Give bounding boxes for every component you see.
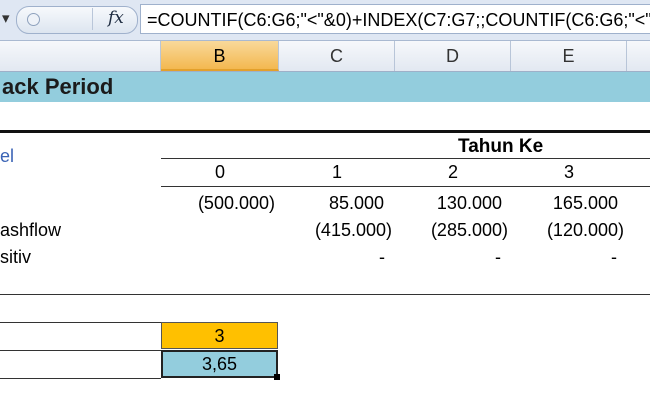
- column-header-f[interactable]: [627, 41, 650, 71]
- sheet-title: ack Period: [2, 74, 114, 99]
- row-label-link[interactable]: el: [0, 146, 14, 167]
- positive-y3[interactable]: -: [511, 247, 617, 268]
- row-label-positive: sitiv: [0, 247, 31, 267]
- positive-y1[interactable]: -: [279, 247, 385, 268]
- result-row-bottom-rule: [0, 378, 161, 379]
- column-header-d[interactable]: D: [395, 41, 511, 71]
- cashflow-y3[interactable]: 165.000: [511, 193, 618, 214]
- result-row-mid-rule: [0, 350, 161, 351]
- column-header-e[interactable]: E: [511, 41, 627, 71]
- insert-function-icon[interactable]: fx: [108, 8, 124, 28]
- fill-handle[interactable]: [274, 374, 280, 380]
- years-underline: [161, 186, 650, 187]
- worksheet-grid[interactable]: ack Period el Tahun Ke 0 1 2 3 (500.000)…: [0, 72, 650, 400]
- row-label-cumulative: ashflow: [0, 220, 62, 240]
- cashflow-y1[interactable]: 85.000: [279, 193, 384, 214]
- column-header-a[interactable]: [0, 41, 161, 71]
- positive-y2[interactable]: -: [395, 247, 501, 268]
- cumulative-y2[interactable]: (285.000): [395, 220, 508, 241]
- column-header-row: B C D E: [0, 41, 650, 72]
- table-bottom-rule: [0, 294, 650, 295]
- year-2: 2: [447, 162, 458, 182]
- cumulative-y1[interactable]: (415.000): [279, 220, 392, 241]
- formula-input[interactable]: =COUNTIF(C6:G6;"<"&0)+INDEX(C7:G7;;COUNT…: [140, 4, 650, 34]
- cumulative-y3[interactable]: (120.000): [511, 220, 624, 241]
- result-years-cell[interactable]: 3: [161, 322, 278, 349]
- table-top-rule: [0, 130, 650, 133]
- name-box-dot-icon: [27, 13, 40, 26]
- result-period-cell[interactable]: 3,65: [161, 350, 278, 378]
- cashflow-y0[interactable]: (500.000): [161, 193, 275, 214]
- cashflow-y2[interactable]: 130.000: [395, 193, 502, 214]
- result-row-top-rule: [0, 322, 161, 323]
- header-tahun-ke: Tahun Ke: [458, 136, 544, 157]
- formula-bar-separator: [92, 8, 93, 30]
- header-underline: [161, 158, 650, 159]
- year-3: 3: [563, 162, 574, 182]
- year-0: 0: [214, 162, 225, 182]
- formula-bar: ▾ fx =COUNTIF(C6:G6;"<"&0)+INDEX(C7:G7;;…: [0, 0, 650, 41]
- column-header-c[interactable]: C: [279, 41, 395, 71]
- title-band: ack Period: [0, 72, 650, 102]
- dropdown-icon[interactable]: ▾: [2, 9, 10, 27]
- year-1: 1: [331, 162, 342, 182]
- column-header-b[interactable]: B: [161, 41, 279, 71]
